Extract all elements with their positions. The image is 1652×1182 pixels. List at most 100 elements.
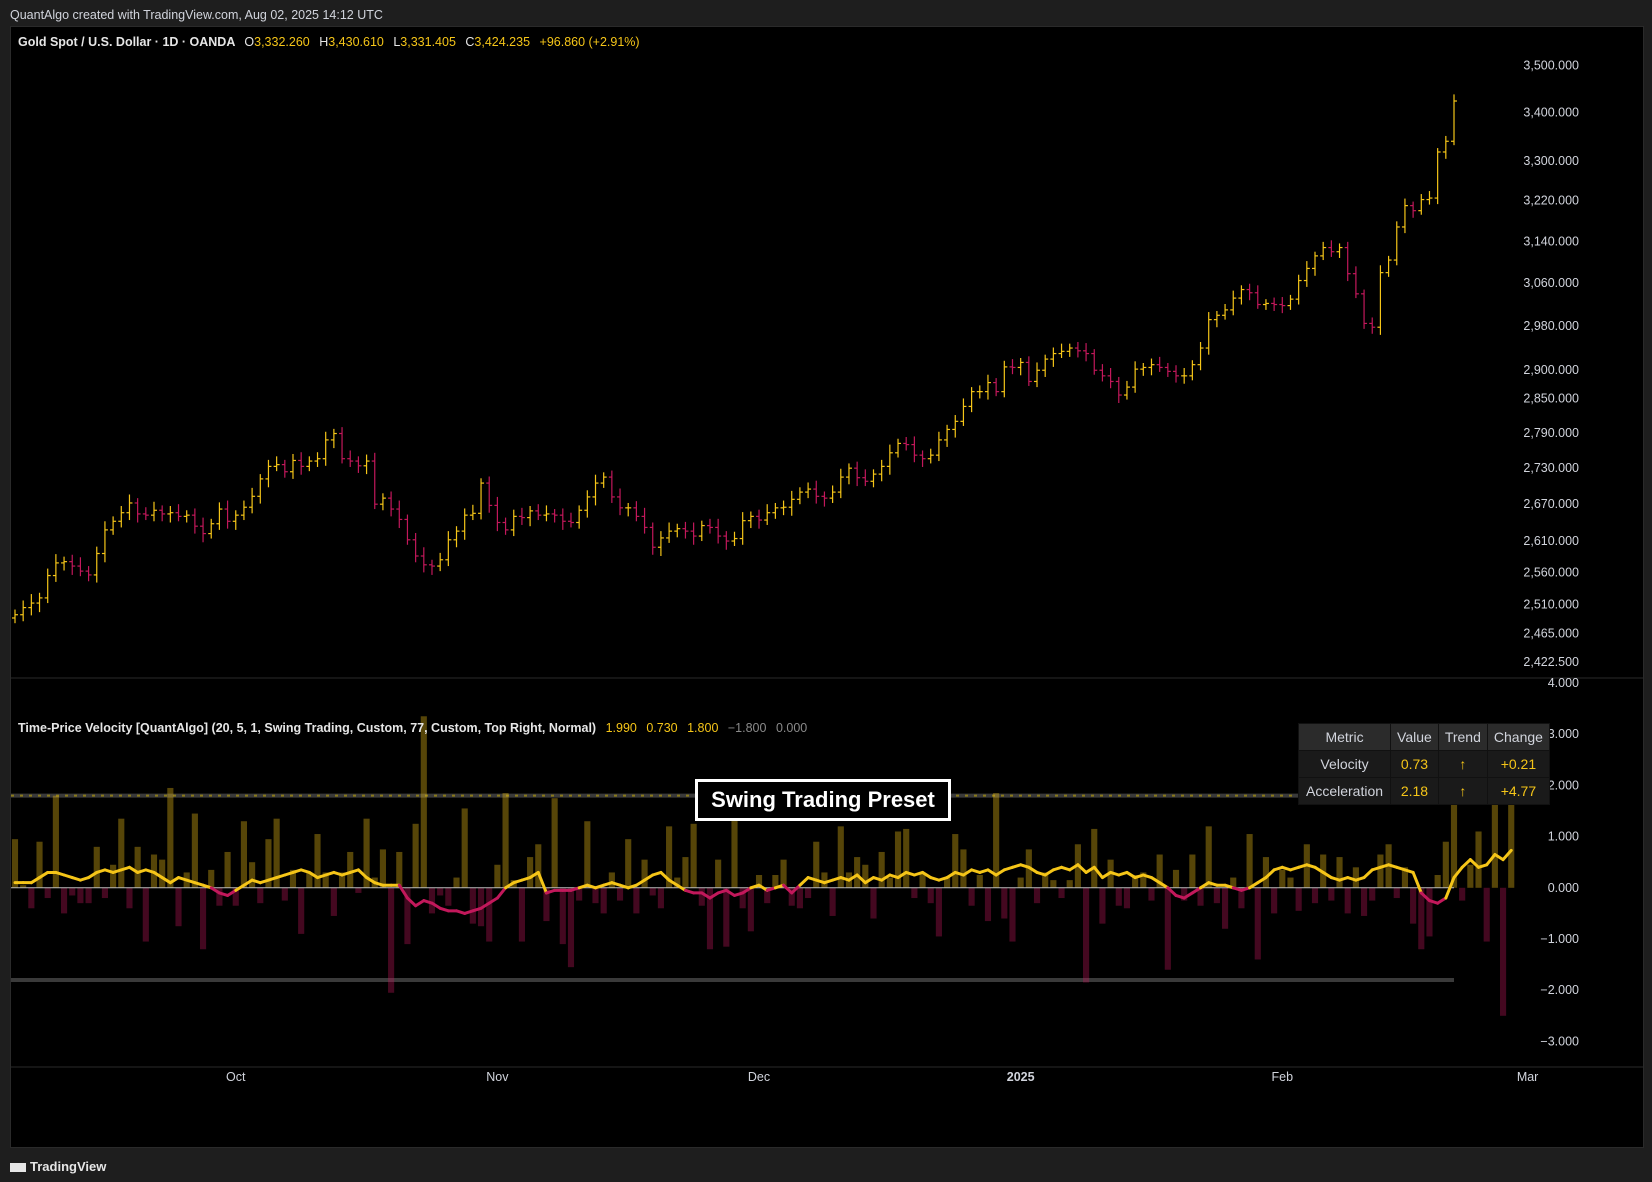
acceleration-bar bbox=[11, 839, 19, 888]
acceleration-bar bbox=[903, 828, 910, 888]
acceleration-bar bbox=[1271, 887, 1278, 914]
acceleration-bar bbox=[314, 834, 321, 888]
price-axis-label: 2,510.000 bbox=[1523, 597, 1579, 611]
trend-up-icon: ↑ bbox=[1437, 777, 1488, 805]
metric-value: 0.73 bbox=[1390, 750, 1439, 778]
indicator-axis-label: 1.000 bbox=[1548, 830, 1579, 844]
acceleration-bar bbox=[780, 859, 787, 888]
symbol-title[interactable]: Gold Spot / U.S. Dollar · 1D · OANDA bbox=[18, 35, 235, 49]
acceleration-bar bbox=[559, 887, 566, 945]
acceleration-bar bbox=[1410, 887, 1417, 924]
price-legend: Gold Spot / U.S. Dollar · 1D · OANDA O3,… bbox=[18, 35, 640, 49]
acceleration-bar bbox=[28, 887, 35, 909]
preset-label: Swing Trading Preset bbox=[695, 779, 951, 821]
x-axis-label: Feb bbox=[1272, 1070, 1294, 1084]
trend-up-icon: ↑ bbox=[1437, 750, 1488, 778]
acceleration-bar bbox=[886, 877, 893, 888]
acceleration-bar bbox=[698, 887, 705, 906]
acceleration-bar bbox=[126, 887, 133, 909]
x-axis-label: Oct bbox=[226, 1070, 246, 1084]
metrics-header-row: Metric Value Trend Change bbox=[1297, 723, 1550, 751]
indicator-value-1: 1.990 bbox=[605, 721, 637, 735]
acceleration-bar bbox=[502, 793, 509, 888]
high-label: H bbox=[319, 35, 329, 49]
acceleration-bar bbox=[1360, 887, 1368, 916]
acceleration-bar bbox=[1467, 864, 1474, 888]
metric-name: Velocity bbox=[1297, 750, 1392, 778]
acceleration-bar bbox=[952, 834, 959, 888]
acceleration-bar bbox=[330, 887, 337, 916]
metric-change: +0.21 bbox=[1486, 750, 1550, 778]
acceleration-bar bbox=[1050, 880, 1057, 888]
acceleration-bar bbox=[690, 823, 697, 888]
acceleration-bar bbox=[641, 859, 648, 888]
acceleration-bar bbox=[1369, 887, 1376, 901]
acceleration-bar bbox=[1213, 887, 1220, 904]
indicator-value-4: −1.800 bbox=[727, 721, 767, 735]
acceleration-bar bbox=[518, 887, 525, 942]
acceleration-bar bbox=[208, 869, 215, 888]
acceleration-bar bbox=[1123, 887, 1131, 909]
acceleration-bar bbox=[608, 872, 615, 888]
acceleration-bar bbox=[1393, 887, 1400, 899]
indicator-axis-label: −3.000 bbox=[1540, 1034, 1579, 1048]
acceleration-bar bbox=[870, 887, 877, 919]
acceleration-bar bbox=[461, 808, 468, 888]
price-axis-label: 2,465.000 bbox=[1523, 627, 1579, 641]
x-axis-label: Dec bbox=[748, 1070, 770, 1084]
acceleration-bar bbox=[616, 887, 624, 901]
acceleration-bar bbox=[1009, 887, 1016, 942]
attribution-text: QuantAlgo created with TradingView.com, … bbox=[10, 8, 383, 22]
price-axis-label: 2,850.000 bbox=[1523, 391, 1579, 405]
acceleration-bar bbox=[355, 887, 362, 893]
acceleration-bar bbox=[437, 887, 444, 896]
acceleration-bar bbox=[625, 839, 632, 888]
acceleration-bar bbox=[1148, 887, 1155, 901]
acceleration-bar bbox=[159, 859, 166, 888]
tradingview-logo-icon bbox=[10, 1163, 26, 1173]
acceleration-bar bbox=[281, 887, 288, 901]
acceleration-bar bbox=[1499, 887, 1507, 1016]
chart-canvas[interactable]: 3,500.000 3,400.000 3,300.000 3,220.000 3,14… bbox=[11, 27, 1643, 1147]
indicator-title[interactable]: Time-Price Velocity [QuantAlgo] (20, 5, … bbox=[18, 721, 596, 735]
price-axis-label: 3,500.000 bbox=[1523, 58, 1579, 72]
acceleration-bar bbox=[118, 818, 125, 888]
acceleration-bar bbox=[60, 887, 68, 914]
acceleration-bar bbox=[1336, 857, 1343, 888]
acceleration-bar bbox=[551, 798, 558, 888]
price-axis-label: 2,900.000 bbox=[1523, 363, 1579, 377]
tradingview-logo[interactable]: TradingView bbox=[10, 1159, 106, 1174]
price-axis-label: 2,730.000 bbox=[1523, 461, 1579, 475]
acceleration-bar bbox=[1311, 887, 1319, 904]
price-axis-label: 2,422.500 bbox=[1523, 655, 1579, 669]
acceleration-bar bbox=[1254, 887, 1261, 960]
tradingview-brand-text: TradingView bbox=[30, 1159, 107, 1174]
acceleration-bar bbox=[584, 821, 591, 888]
acceleration-bar bbox=[1017, 877, 1024, 888]
acceleration-bar bbox=[142, 887, 149, 942]
price-axis-label: 3,220.000 bbox=[1523, 194, 1579, 208]
table-row: Acceleration 2.18 ↑ +4.77 bbox=[1297, 777, 1550, 805]
trend-header: Trend bbox=[1437, 723, 1488, 751]
acceleration-bar bbox=[1205, 826, 1212, 888]
acceleration-bar bbox=[110, 864, 117, 888]
acceleration-bar bbox=[862, 864, 869, 888]
acceleration-bar bbox=[453, 877, 460, 888]
acceleration-bar bbox=[1377, 854, 1384, 888]
indicator-axis-label: −2.000 bbox=[1540, 983, 1579, 997]
acceleration-bar bbox=[829, 887, 836, 916]
acceleration-bar bbox=[567, 887, 575, 968]
acceleration-bar bbox=[1434, 875, 1441, 888]
acceleration-bar bbox=[984, 887, 992, 922]
price-axis-label: 2,670.000 bbox=[1523, 497, 1579, 511]
acceleration-bar bbox=[77, 887, 84, 904]
acceleration-bar bbox=[731, 818, 738, 888]
metric-header: Metric bbox=[1297, 723, 1392, 751]
chart-frame[interactable]: 3,500.000 3,400.000 3,300.000 3,220.000 3,14… bbox=[10, 26, 1644, 1148]
acceleration-bar bbox=[36, 841, 43, 888]
acceleration-bar bbox=[935, 887, 942, 937]
close-value: 3,424.235 bbox=[474, 35, 531, 49]
acceleration-bar bbox=[960, 849, 967, 888]
x-axis-label: 2025 bbox=[1007, 1070, 1035, 1084]
acceleration-bar bbox=[592, 887, 599, 904]
